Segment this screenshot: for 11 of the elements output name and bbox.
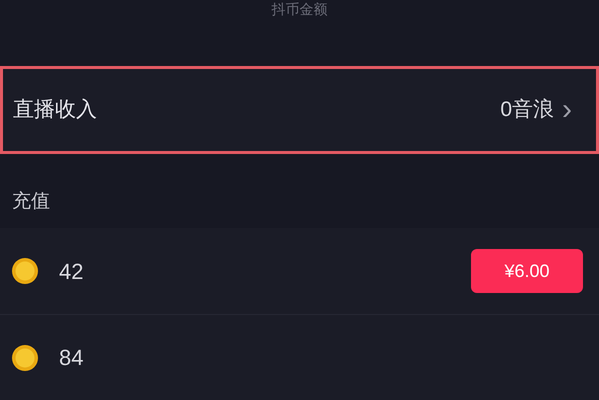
- coin-icon: [11, 344, 39, 372]
- income-value: 0音浪: [500, 97, 554, 124]
- coin-amount: 42: [59, 258, 84, 286]
- live-income-row[interactable]: 直播收入 0音浪 ›: [0, 66, 599, 154]
- chevron-icon: ›: [562, 95, 572, 126]
- income-label: 直播收入: [13, 97, 97, 124]
- coin-icon: [11, 257, 39, 286]
- header-title: 抖币金额: [272, 1, 328, 17]
- recharge-title: 充值: [12, 190, 50, 214]
- price-button[interactable]: ¥6.00: [471, 249, 583, 294]
- coin-amount: 84: [59, 344, 84, 372]
